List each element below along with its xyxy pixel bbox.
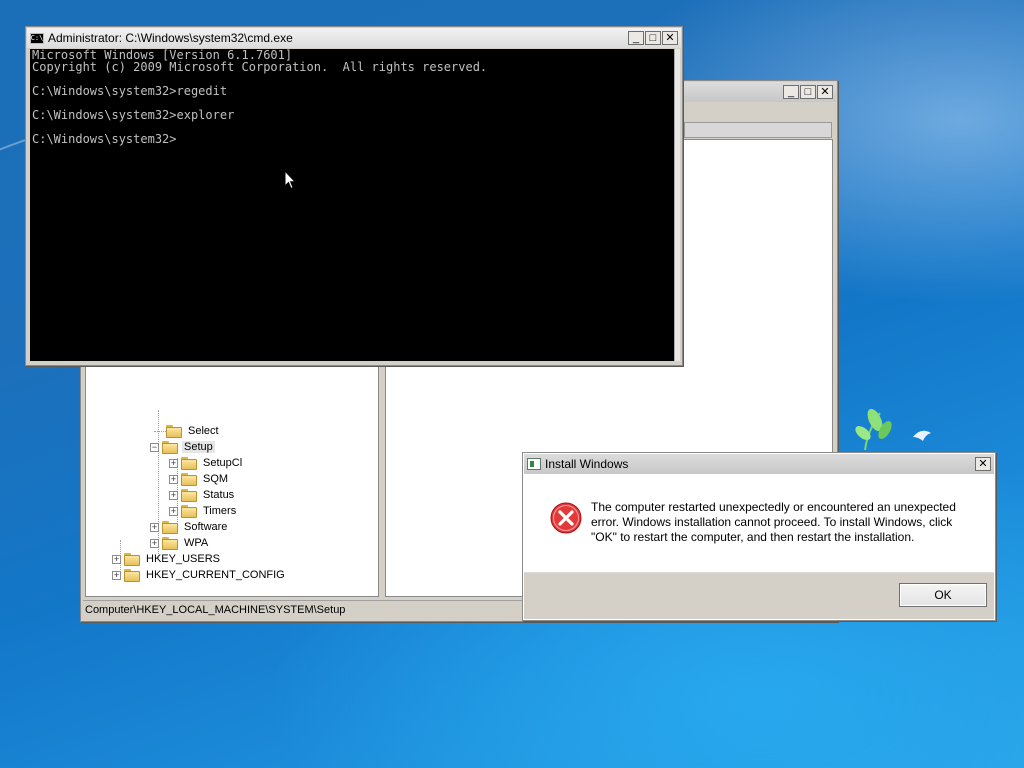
folder-icon (181, 504, 197, 518)
install-windows-icon (527, 458, 541, 470)
tree-item[interactable]: + HKEY_USERS (112, 551, 222, 567)
tree-line (154, 430, 166, 432)
folder-icon (181, 488, 197, 502)
maximize-button[interactable]: □ (645, 31, 661, 45)
caption-buttons: ✕ (975, 457, 991, 471)
folder-icon (181, 456, 197, 470)
console-area[interactable]: Microsoft Windows [Version 6.1.7601] Cop… (30, 49, 674, 361)
tree-item-label: SetupCl (203, 457, 243, 469)
folder-icon (124, 552, 140, 566)
caption-buttons: _ □ ✕ (628, 31, 678, 45)
tree-item-label: Software (184, 521, 228, 533)
folder-icon (124, 568, 140, 582)
cmd-titlebar[interactable]: C:\ Administrator: C:\Windows\system32\c… (27, 28, 681, 48)
error-x-icon (550, 502, 582, 534)
console-output: Microsoft Windows [Version 6.1.7601] Cop… (32, 48, 488, 146)
registry-column-header (684, 122, 832, 138)
folder-icon (162, 536, 178, 550)
close-button[interactable]: ✕ (817, 85, 833, 99)
mouse-pointer-icon (284, 170, 296, 190)
tree-item-label: HKEY_USERS (146, 553, 220, 565)
tree-item[interactable]: Select (154, 423, 221, 439)
window-title: Administrator: C:\Windows\system32\cmd.e… (48, 31, 293, 45)
dialog-footer: OK (524, 572, 994, 619)
tree-item-label: Status (203, 489, 235, 501)
ok-button[interactable]: OK (899, 583, 987, 607)
vertical-scrollbar[interactable] (674, 49, 680, 361)
tree-item[interactable]: + Timers (169, 503, 238, 519)
folder-icon (166, 424, 182, 438)
dialog-body: The computer restarted unexpectedly or e… (524, 475, 994, 572)
minimize-button[interactable]: _ (783, 85, 799, 99)
folder-open-icon (162, 440, 178, 454)
tree-item-label: Select (188, 425, 219, 437)
close-button[interactable]: ✕ (662, 31, 678, 45)
dialog-titlebar[interactable]: Install Windows ✕ (524, 454, 994, 474)
expand-icon[interactable]: + (112, 554, 121, 564)
expand-icon[interactable]: + (150, 522, 159, 532)
maximize-button[interactable]: □ (800, 85, 816, 99)
tree-item-label: WPA (184, 537, 209, 549)
dialog-title: Install Windows (545, 457, 629, 471)
tree-item[interactable]: + SQM (169, 471, 230, 487)
collapse-icon[interactable]: − (150, 442, 159, 452)
folder-icon (181, 472, 197, 486)
expand-icon[interactable]: + (169, 506, 178, 516)
expand-icon[interactable]: + (150, 538, 159, 548)
close-button[interactable]: ✕ (975, 457, 991, 471)
tree-item-label: SQM (203, 473, 229, 485)
expand-icon[interactable]: + (169, 458, 178, 468)
tree-item-label: Setup (182, 441, 215, 453)
expand-icon[interactable]: + (169, 474, 178, 484)
folder-icon (162, 520, 178, 534)
expand-icon[interactable]: + (112, 570, 121, 580)
tree-item[interactable]: + Software (150, 519, 229, 535)
minimize-button[interactable]: _ (628, 31, 644, 45)
wallpaper-bird-leaves (855, 408, 931, 451)
tree-item-label: HKEY_CURRENT_CONFIG (146, 569, 285, 581)
caption-buttons: _ □ ✕ (783, 85, 833, 99)
tree-item[interactable]: + Status (169, 487, 236, 503)
error-message: The computer restarted unexpectedly or e… (591, 500, 956, 544)
tree-item[interactable]: + WPA (150, 535, 210, 551)
tree-item[interactable]: + HKEY_CURRENT_CONFIG (112, 567, 287, 583)
tree-item-selected[interactable]: − Setup (150, 439, 215, 455)
tree-item-label: Timers (203, 505, 237, 517)
cmd-window[interactable]: C:\ Administrator: C:\Windows\system32\c… (25, 26, 683, 366)
cmd-icon: C:\ (30, 32, 44, 44)
expand-icon[interactable]: + (169, 490, 178, 500)
tree-item[interactable]: + SetupCl (169, 455, 244, 471)
install-windows-dialog[interactable]: Install Windows ✕ The computer restarted… (522, 452, 996, 621)
